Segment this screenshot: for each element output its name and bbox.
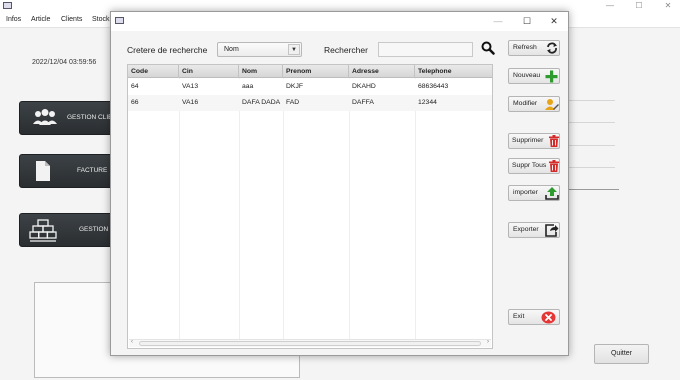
- cell-cin: VA16: [182, 99, 199, 106]
- column-header-cin[interactable]: Cin: [179, 65, 239, 78]
- supprimer-tous-label: Suppr Tous: [512, 162, 547, 169]
- search-icon[interactable]: [481, 41, 495, 57]
- dialog-titlebar: — ☐ ✕: [111, 12, 568, 31]
- cell-prenom: DKJF: [286, 83, 303, 90]
- main-maximize-button[interactable]: ☐: [628, 0, 650, 12]
- cell-code: 64: [131, 83, 139, 90]
- nouveau-button[interactable]: Nouveau: [508, 68, 560, 84]
- gestion-clients-label: GESTION CLIE: [67, 114, 113, 121]
- quitter-button[interactable]: Quitter: [594, 344, 649, 364]
- scroll-left-icon[interactable]: ‹: [131, 339, 133, 345]
- supprimer-button[interactable]: Supprimer: [508, 133, 560, 149]
- nouveau-label: Nouveau: [513, 72, 541, 79]
- column-header-prenom[interactable]: Prenom: [283, 65, 349, 78]
- gestion-stock-button[interactable]: GESTION S: [19, 213, 119, 247]
- dialog-app-icon: [115, 17, 124, 24]
- datetime-label: 2022/12/04 03:59:56: [32, 59, 97, 66]
- column-header-telephone[interactable]: Telephone: [415, 65, 492, 78]
- search-criteria-select[interactable]: Nom ▼: [217, 42, 302, 57]
- table-header: Code Cin Nom Prenom Adresse Telephone: [128, 65, 492, 78]
- exit-label: Exit: [513, 313, 525, 320]
- menu-infos[interactable]: Infos: [6, 16, 21, 23]
- upload-icon: [545, 187, 559, 202]
- app-icon: [3, 2, 12, 9]
- table-row[interactable]: 64 VA13 aaa DKJF DKAHD 68636443: [128, 79, 492, 95]
- cell-telephone: 68636443: [418, 83, 449, 90]
- column-header-nom[interactable]: Nom: [239, 65, 283, 78]
- search-label: Rechercher: [324, 45, 368, 55]
- background-field-line: [569, 189, 619, 190]
- cell-adresse: DKAHD: [352, 83, 376, 90]
- clients-dialog: — ☐ ✕ Cretere de recherche Nom ▼ Recherc…: [110, 11, 569, 356]
- exit-button[interactable]: Exit: [508, 309, 560, 325]
- modifier-label: Modifier: [513, 100, 538, 107]
- pallets-icon: [29, 219, 57, 245]
- dialog-maximize-button[interactable]: ☐: [513, 12, 541, 31]
- export-icon: [545, 224, 559, 239]
- search-criteria-label: Cretere de recherche: [127, 45, 208, 55]
- cancel-icon: [541, 311, 556, 326]
- scrollbar-thumb[interactable]: [139, 341, 481, 346]
- cell-cin: VA13: [182, 83, 199, 90]
- column-header-code[interactable]: Code: [128, 65, 179, 78]
- edit-user-icon: [545, 98, 559, 113]
- cell-code: 66: [131, 99, 139, 106]
- menu-article[interactable]: Article: [31, 16, 50, 23]
- column-header-adresse[interactable]: Adresse: [349, 65, 415, 78]
- background-field-line: [569, 122, 615, 123]
- facture-button[interactable]: FACTURE: [19, 154, 119, 188]
- menu-stock[interactable]: Stock: [92, 16, 110, 23]
- refresh-label: Refresh: [513, 44, 537, 51]
- column-divider: [283, 78, 284, 340]
- horizontal-scrollbar[interactable]: ‹ ›: [129, 339, 491, 347]
- supprimer-label: Supprimer: [512, 137, 544, 144]
- trash-icon: [549, 160, 559, 174]
- scroll-right-icon[interactable]: ›: [487, 339, 489, 345]
- background-field-line: [569, 145, 615, 146]
- search-criteria-value: Nom: [224, 46, 239, 53]
- column-divider: [179, 78, 180, 340]
- cell-nom: DAFA DADA: [242, 99, 281, 106]
- supprimer-tous-button[interactable]: Suppr Tous: [508, 158, 560, 174]
- table-row[interactable]: 66 VA16 DAFA DADA FAD DAFFA 12344: [128, 95, 492, 111]
- gestion-clients-button[interactable]: GESTION CLIE: [19, 101, 119, 135]
- menu-clients[interactable]: Clients: [61, 16, 82, 23]
- column-divider: [239, 78, 240, 340]
- facture-label: FACTURE: [77, 167, 108, 174]
- plus-icon: [545, 70, 558, 85]
- clients-table: Code Cin Nom Prenom Adresse Telephone 64…: [127, 64, 493, 349]
- column-divider: [349, 78, 350, 340]
- dialog-close-button[interactable]: ✕: [540, 12, 568, 31]
- cell-nom: aaa: [242, 83, 254, 90]
- users-icon: [32, 108, 58, 130]
- refresh-button[interactable]: Refresh: [508, 40, 560, 56]
- background-field-line: [569, 167, 615, 168]
- refresh-icon: [546, 42, 558, 56]
- cell-adresse: DAFFA: [352, 99, 374, 106]
- search-input[interactable]: [378, 42, 473, 57]
- cell-prenom: FAD: [286, 99, 300, 106]
- cell-telephone: 12344: [418, 99, 437, 106]
- dialog-minimize-button[interactable]: —: [484, 12, 512, 31]
- exporter-button[interactable]: Exporter: [508, 222, 560, 238]
- column-divider: [415, 78, 416, 340]
- main-minimize-button[interactable]: —: [599, 0, 621, 12]
- importer-label: importer: [513, 189, 538, 196]
- trash-icon: [549, 135, 559, 149]
- document-icon: [35, 160, 51, 184]
- main-close-button[interactable]: ✕: [657, 0, 679, 12]
- background-field-line: [569, 100, 615, 101]
- exporter-label: Exporter: [513, 226, 539, 233]
- chevron-down-icon[interactable]: ▼: [288, 44, 300, 55]
- modifier-button[interactable]: Modifier: [508, 96, 560, 112]
- importer-button[interactable]: importer: [508, 185, 560, 201]
